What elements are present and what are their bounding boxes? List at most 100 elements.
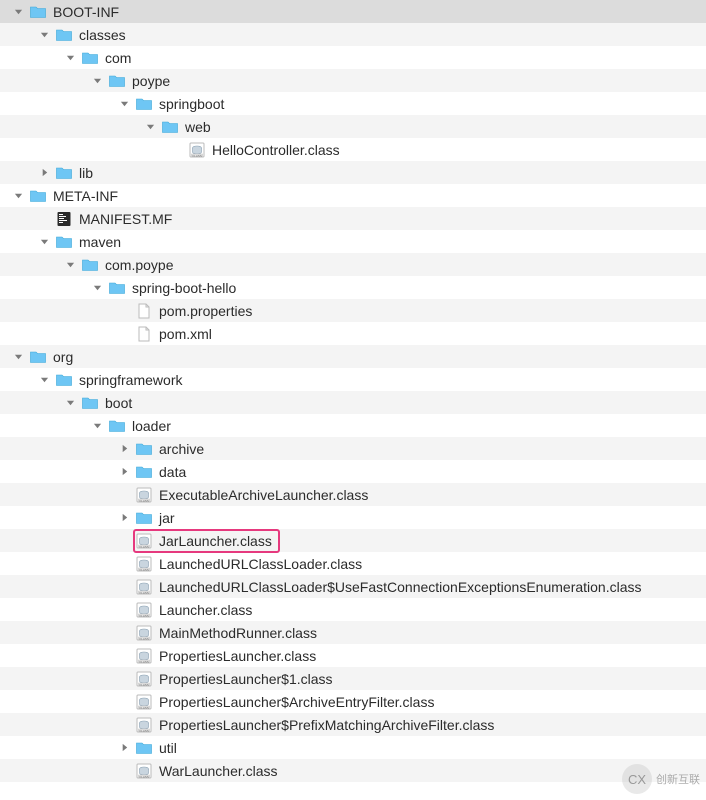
- tree-row[interactable]: CLASS LaunchedURLClassLoader$UseFastConne…: [0, 575, 706, 598]
- tree-item-label: ExecutableArchiveLauncher.class: [159, 487, 368, 503]
- tree-row[interactable]: META-INF: [0, 184, 706, 207]
- tree-item-label: jar: [159, 510, 175, 526]
- file-tree: BOOT-INF classes com poype springboot web CLAS…: [0, 0, 706, 782]
- folder-icon: [55, 233, 73, 251]
- tree-row[interactable]: classes: [0, 23, 706, 46]
- tree-row[interactable]: data: [0, 460, 706, 483]
- file-icon: [135, 302, 153, 320]
- tree-row[interactable]: com.poype: [0, 253, 706, 276]
- tree-item-label: PropertiesLauncher$ArchiveEntryFilter.cl…: [159, 694, 434, 710]
- tree-row[interactable]: com: [0, 46, 706, 69]
- tree-row[interactable]: org: [0, 345, 706, 368]
- svg-text:CLASS: CLASS: [139, 728, 149, 732]
- tree-row[interactable]: CLASS PropertiesLauncher$ArchiveEntryFilt…: [0, 690, 706, 713]
- tree-item-label: springboot: [159, 96, 224, 112]
- tree-row[interactable]: archive: [0, 437, 706, 460]
- chevron-down-icon[interactable]: [66, 398, 75, 407]
- tree-row[interactable]: pom.properties: [0, 299, 706, 322]
- tree-row[interactable]: CLASSHelloController.class: [0, 138, 706, 161]
- chevron-down-icon[interactable]: [40, 237, 49, 246]
- chevron-right-icon[interactable]: [120, 467, 129, 476]
- folder-icon: [108, 417, 126, 435]
- svg-text:CLASS: CLASS: [139, 544, 149, 548]
- tree-item-label: BOOT-INF: [53, 4, 119, 20]
- tree-row[interactable]: poype: [0, 69, 706, 92]
- tree-row[interactable]: CLASSPropertiesLauncher$1.class: [0, 667, 706, 690]
- tree-row[interactable]: pom.xml: [0, 322, 706, 345]
- chevron-down-icon[interactable]: [93, 76, 102, 85]
- tree-item-label: META-INF: [53, 188, 118, 204]
- svg-text:CLASS: CLASS: [139, 590, 149, 594]
- chevron-down-icon[interactable]: [66, 260, 75, 269]
- chevron-down-icon[interactable]: [93, 283, 102, 292]
- tree-row[interactable]: web: [0, 115, 706, 138]
- tree-item-label: maven: [79, 234, 121, 250]
- class-icon: CLASS: [135, 693, 153, 711]
- tree-item-label: springframework: [79, 372, 182, 388]
- highlight-annotation: CLASS JarLauncher.class: [133, 529, 280, 553]
- class-icon: CLASS: [135, 647, 153, 665]
- tree-row[interactable]: jar: [0, 506, 706, 529]
- tree-row[interactable]: CLASS Launcher.class: [0, 598, 706, 621]
- chevron-down-icon[interactable]: [14, 7, 23, 16]
- tree-item-label: JarLauncher.class: [159, 533, 272, 549]
- tree-row[interactable]: boot: [0, 391, 706, 414]
- tree-row[interactable]: loader: [0, 414, 706, 437]
- class-icon: CLASS: [135, 486, 153, 504]
- tree-row[interactable]: spring-boot-hello: [0, 276, 706, 299]
- tree-row[interactable]: springframework: [0, 368, 706, 391]
- chevron-down-icon[interactable]: [93, 421, 102, 430]
- watermark: CX 创新互联: [622, 764, 700, 794]
- chevron-down-icon[interactable]: [40, 30, 49, 39]
- chevron-right-icon[interactable]: [120, 513, 129, 522]
- watermark-text: 创新互联: [656, 771, 700, 787]
- chevron-down-icon[interactable]: [146, 122, 155, 131]
- tree-item-label: Launcher.class: [159, 602, 252, 618]
- class-icon: CLASS: [135, 532, 153, 550]
- svg-text:CLASS: CLASS: [139, 613, 149, 617]
- folder-icon: [29, 3, 47, 21]
- tree-row[interactable]: CLASSWarLauncher.class: [0, 759, 706, 782]
- tree-item-label: HelloController.class: [212, 142, 340, 158]
- chevron-down-icon[interactable]: [40, 375, 49, 384]
- tree-item-label: com: [105, 50, 131, 66]
- tree-item-label: org: [53, 349, 73, 365]
- chevron-right-icon[interactable]: [120, 444, 129, 453]
- tree-item-label: lib: [79, 165, 93, 181]
- svg-text:CLASS: CLASS: [139, 705, 149, 709]
- tree-row[interactable]: CLASS PropertiesLauncher.class: [0, 644, 706, 667]
- chevron-down-icon[interactable]: [66, 53, 75, 62]
- folder-icon: [81, 256, 99, 274]
- tree-row[interactable]: MANIFEST.MF: [0, 207, 706, 230]
- folder-icon: [29, 187, 47, 205]
- tree-item-label: MainMethodRunner.class: [159, 625, 317, 641]
- tree-row[interactable]: CLASS JarLauncher.class: [0, 529, 706, 552]
- tree-item-label: LaunchedURLClassLoader$UseFastConnection…: [159, 579, 642, 595]
- folder-icon: [135, 739, 153, 757]
- tree-row[interactable]: lib: [0, 161, 706, 184]
- chevron-down-icon[interactable]: [14, 352, 23, 361]
- tree-row[interactable]: maven: [0, 230, 706, 253]
- tree-row[interactable]: BOOT-INF: [0, 0, 706, 23]
- file-icon: [135, 325, 153, 343]
- watermark-badge: CX: [622, 764, 652, 794]
- chevron-down-icon[interactable]: [120, 99, 129, 108]
- tree-row[interactable]: CLASSMainMethodRunner.class: [0, 621, 706, 644]
- folder-icon: [81, 394, 99, 412]
- svg-text:CLASS: CLASS: [139, 659, 149, 663]
- folder-icon: [108, 72, 126, 90]
- tree-row[interactable]: util: [0, 736, 706, 759]
- chevron-right-icon[interactable]: [40, 168, 49, 177]
- folder-icon: [81, 49, 99, 67]
- class-icon: CLASS: [135, 762, 153, 780]
- chevron-down-icon[interactable]: [14, 191, 23, 200]
- folder-icon: [29, 348, 47, 366]
- tree-row[interactable]: CLASS ExecutableArchiveLauncher.class: [0, 483, 706, 506]
- tree-item-label: web: [185, 119, 211, 135]
- tree-row[interactable]: CLASSLaunchedURLClassLoader.class: [0, 552, 706, 575]
- tree-row[interactable]: springboot: [0, 92, 706, 115]
- chevron-right-icon[interactable]: [120, 743, 129, 752]
- tree-item-label: PropertiesLauncher.class: [159, 648, 316, 664]
- tree-row[interactable]: CLASSPropertiesLauncher$PrefixMatchingAr…: [0, 713, 706, 736]
- folder-icon: [55, 371, 73, 389]
